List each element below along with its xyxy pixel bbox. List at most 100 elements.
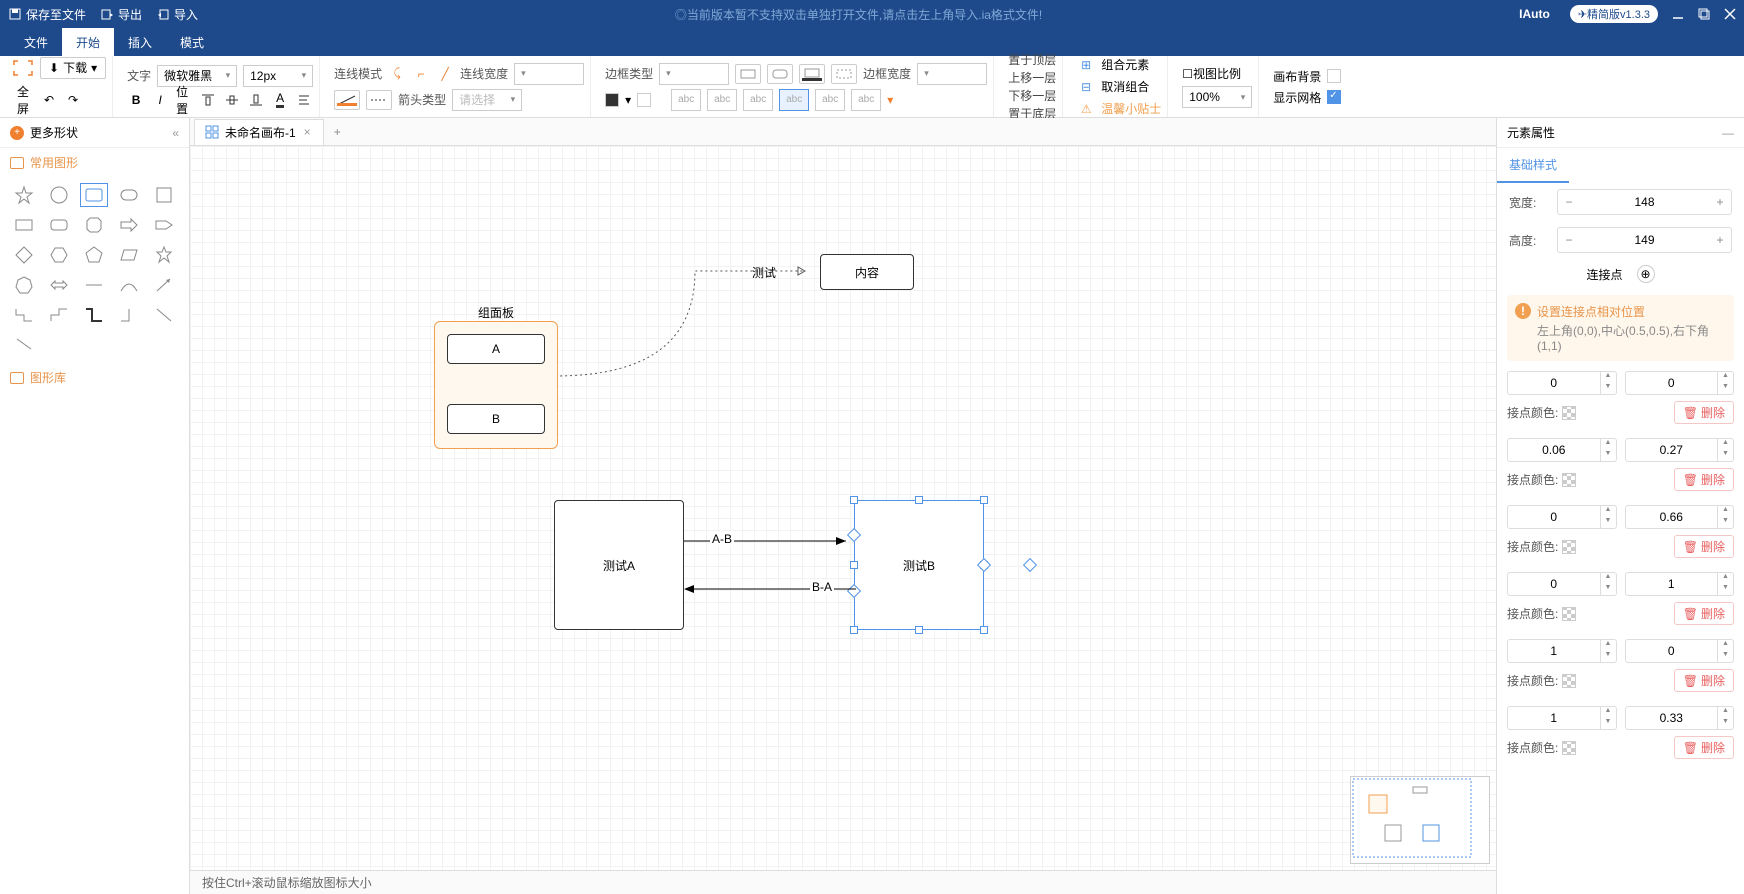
shape-star6[interactable] bbox=[150, 243, 178, 267]
text-pos-4[interactable]: abc bbox=[779, 89, 809, 111]
align-top-icon[interactable] bbox=[199, 91, 217, 109]
conn-x-input[interactable]: 0▲▼ bbox=[1507, 371, 1617, 395]
conn-y-input[interactable]: 0.66▲▼ bbox=[1625, 505, 1735, 529]
group-panel[interactable]: A B bbox=[434, 321, 558, 449]
fullscreen-button[interactable] bbox=[12, 59, 34, 77]
common-shapes-section[interactable]: 常用图形 bbox=[0, 148, 189, 177]
text-pos-more[interactable]: ▾ bbox=[887, 93, 893, 107]
shape-heptagon[interactable] bbox=[10, 273, 38, 297]
shape-step2[interactable] bbox=[45, 303, 73, 327]
layer-up[interactable]: 上移一层 bbox=[1008, 69, 1056, 86]
shape-step1[interactable] bbox=[10, 303, 38, 327]
text-pos-6[interactable]: abc bbox=[851, 89, 881, 111]
node-a[interactable]: A bbox=[447, 334, 545, 364]
import-button[interactable]: 导入 bbox=[156, 6, 198, 23]
scale-select[interactable]: 100%▾ bbox=[1182, 86, 1252, 108]
height-input[interactable]: −149+ bbox=[1557, 227, 1732, 253]
redo-button[interactable]: ↷ bbox=[64, 91, 82, 109]
font-select[interactable]: 微软雅黑▾ bbox=[157, 65, 237, 87]
shape-pentagon[interactable] bbox=[80, 243, 108, 267]
border-round-icon[interactable] bbox=[767, 64, 793, 84]
conn-x-input[interactable]: 1▲▼ bbox=[1507, 639, 1617, 663]
conn-x-input[interactable]: 0▲▼ bbox=[1507, 572, 1617, 596]
shape-octagon[interactable] bbox=[80, 213, 108, 237]
shape-hexagon[interactable] bbox=[45, 243, 73, 267]
line-poly-icon[interactable]: ⌐ bbox=[412, 65, 430, 83]
shape-circle[interactable] bbox=[45, 183, 73, 207]
shape-line-diag[interactable] bbox=[150, 303, 178, 327]
collapse-sidebar[interactable]: « bbox=[172, 126, 179, 140]
shape-line-curve[interactable] bbox=[115, 273, 143, 297]
conn-x-input[interactable]: 0▲▼ bbox=[1507, 505, 1617, 529]
show-grid-checkbox[interactable] bbox=[1327, 90, 1341, 104]
text-pos-3[interactable]: abc bbox=[743, 89, 773, 111]
border-width-select[interactable]: ▾ bbox=[917, 63, 987, 85]
node-test-b[interactable]: 测试B bbox=[854, 500, 984, 630]
line-width-select[interactable]: ▾ bbox=[514, 63, 584, 85]
group-button[interactable]: 组合元素 bbox=[1101, 56, 1149, 73]
props-close[interactable]: — bbox=[1722, 126, 1734, 140]
shape-rounded[interactable] bbox=[45, 213, 73, 237]
text-align-button[interactable] bbox=[295, 91, 313, 109]
border-dash-icon[interactable] bbox=[831, 64, 857, 84]
tips-button[interactable]: 温馨小贴士 bbox=[1101, 100, 1161, 117]
line-dash-button[interactable] bbox=[366, 90, 392, 110]
close-icon[interactable] bbox=[1724, 8, 1736, 20]
download-button[interactable]: ⬇下载▾ bbox=[40, 57, 106, 79]
more-shapes-label[interactable]: 更多形状 bbox=[30, 124, 78, 141]
node-content[interactable]: 内容 bbox=[820, 254, 914, 290]
conn-y-input[interactable]: 0.33▲▼ bbox=[1625, 706, 1735, 730]
conn-color-swatch[interactable] bbox=[1562, 674, 1576, 688]
delete-conn-button[interactable]: 🗑删除 bbox=[1674, 669, 1734, 692]
conn-color-swatch[interactable] bbox=[1562, 473, 1576, 487]
layer-down[interactable]: 下移一层 bbox=[1008, 87, 1056, 104]
conn-y-input[interactable]: 1▲▼ bbox=[1625, 572, 1735, 596]
shape-double-arrow[interactable] bbox=[45, 273, 73, 297]
conn-x-input[interactable]: 1▲▼ bbox=[1507, 706, 1617, 730]
conn-y-input[interactable]: 0.27▲▼ bbox=[1625, 438, 1735, 462]
node-b[interactable]: B bbox=[447, 404, 545, 434]
add-tab-button[interactable]: + bbox=[324, 121, 351, 143]
shape-library-section[interactable]: 图形库 bbox=[0, 363, 189, 392]
minimap[interactable] bbox=[1350, 776, 1490, 864]
layer-top[interactable]: 置于顶层 bbox=[1008, 51, 1056, 68]
text-pos-1[interactable]: abc bbox=[671, 89, 701, 111]
conn-y-input[interactable]: 0▲▼ bbox=[1625, 639, 1735, 663]
font-color-button[interactable]: A bbox=[271, 91, 289, 109]
canvas-bg-swatch[interactable] bbox=[1327, 69, 1341, 83]
menu-insert[interactable]: 插入 bbox=[114, 28, 166, 57]
add-conn-point[interactable]: ⊕ bbox=[1637, 265, 1655, 283]
canvas-tab[interactable]: 未命名画布-1 × bbox=[194, 119, 324, 145]
stroke-color-swatch[interactable] bbox=[637, 93, 651, 107]
line-curve-icon[interactable]: ⤹ bbox=[388, 65, 406, 83]
node-test-a[interactable]: 测试A bbox=[554, 500, 684, 630]
shape-star[interactable] bbox=[10, 183, 38, 207]
border-color-icon[interactable] bbox=[799, 64, 825, 84]
ungroup-button[interactable]: 取消组合 bbox=[1101, 78, 1149, 95]
border-type-select[interactable]: ▾ bbox=[659, 63, 729, 85]
shape-capsule[interactable] bbox=[115, 183, 143, 207]
align-mid-icon[interactable] bbox=[223, 91, 241, 109]
width-input[interactable]: −148+ bbox=[1557, 189, 1732, 215]
line-straight-icon[interactable]: ╱ bbox=[436, 65, 454, 83]
delete-conn-button[interactable]: 🗑删除 bbox=[1674, 602, 1734, 625]
menu-mode[interactable]: 模式 bbox=[166, 28, 218, 57]
conn-color-swatch[interactable] bbox=[1562, 607, 1576, 621]
fill-caret[interactable]: ▾ bbox=[625, 93, 631, 107]
shape-line-arrow[interactable] bbox=[150, 273, 178, 297]
italic-button[interactable]: I bbox=[151, 91, 169, 109]
ungroup-icon[interactable]: ⊟ bbox=[1077, 78, 1095, 96]
undo-button[interactable]: ↶ bbox=[40, 91, 58, 109]
shape-square[interactable] bbox=[150, 183, 178, 207]
conn-color-swatch[interactable] bbox=[1562, 406, 1576, 420]
menu-start[interactable]: 开始 bbox=[62, 28, 114, 57]
shape-parallelogram[interactable] bbox=[115, 243, 143, 267]
shape-rect2[interactable] bbox=[10, 213, 38, 237]
align-bot-icon[interactable] bbox=[247, 91, 265, 109]
bold-button[interactable]: B bbox=[127, 91, 145, 109]
shape-step3[interactable] bbox=[80, 303, 108, 327]
export-button[interactable]: 导出 bbox=[100, 6, 142, 23]
menu-file[interactable]: 文件 bbox=[10, 28, 62, 57]
border-straight-icon[interactable] bbox=[735, 64, 761, 84]
conn-x-input[interactable]: 0.06▲▼ bbox=[1507, 438, 1617, 462]
